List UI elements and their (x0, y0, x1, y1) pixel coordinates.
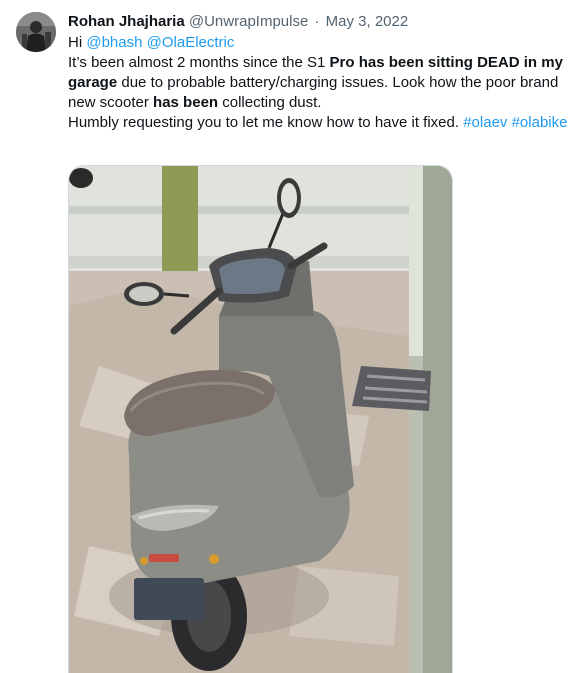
greeting-line: Hi @bhash @OlaElectric (68, 33, 578, 53)
request-text: Humbly requesting you to let me know how… (68, 114, 464, 131)
request-paragraph: Humbly requesting you to let me know how… (68, 113, 578, 133)
tweet-date[interactable]: May 3, 2022 (326, 13, 409, 30)
separator-dot: · (314, 13, 320, 30)
tweet-media[interactable] (68, 165, 453, 673)
dusty-scooter-photo-icon (69, 166, 452, 673)
mention-olaelectric[interactable]: @OlaElectric (147, 34, 235, 51)
tweet-text: Hi @bhash @OlaElectric It’s been almost … (68, 33, 578, 133)
tweet-card[interactable]: Rohan Jhajharia @UnwrapImpulse · May 3, … (0, 0, 585, 673)
complaint-paragraph: It’s been almost 2 months since the S1 P… (68, 53, 578, 113)
avatar[interactable] (16, 12, 56, 52)
greeting-prefix: Hi (68, 34, 87, 51)
complaint-text-1: It’s been almost 2 months since the S1 (68, 54, 330, 71)
display-name[interactable]: Rohan Jhajharia (68, 13, 185, 30)
user-avatar-photo-icon (16, 12, 56, 52)
hashtag-olaev[interactable]: #olaev (463, 114, 507, 131)
hashtag-olabike[interactable]: #olabike (512, 114, 568, 131)
tweet-header: Rohan Jhajharia @UnwrapImpulse · May 3, … (68, 12, 408, 32)
complaint-text-3: collecting dust. (218, 94, 322, 111)
mention-bhash[interactable]: @bhash (86, 34, 142, 51)
complaint-bold-2: has been (153, 94, 219, 111)
user-handle[interactable]: @UnwrapImpulse (189, 13, 308, 30)
